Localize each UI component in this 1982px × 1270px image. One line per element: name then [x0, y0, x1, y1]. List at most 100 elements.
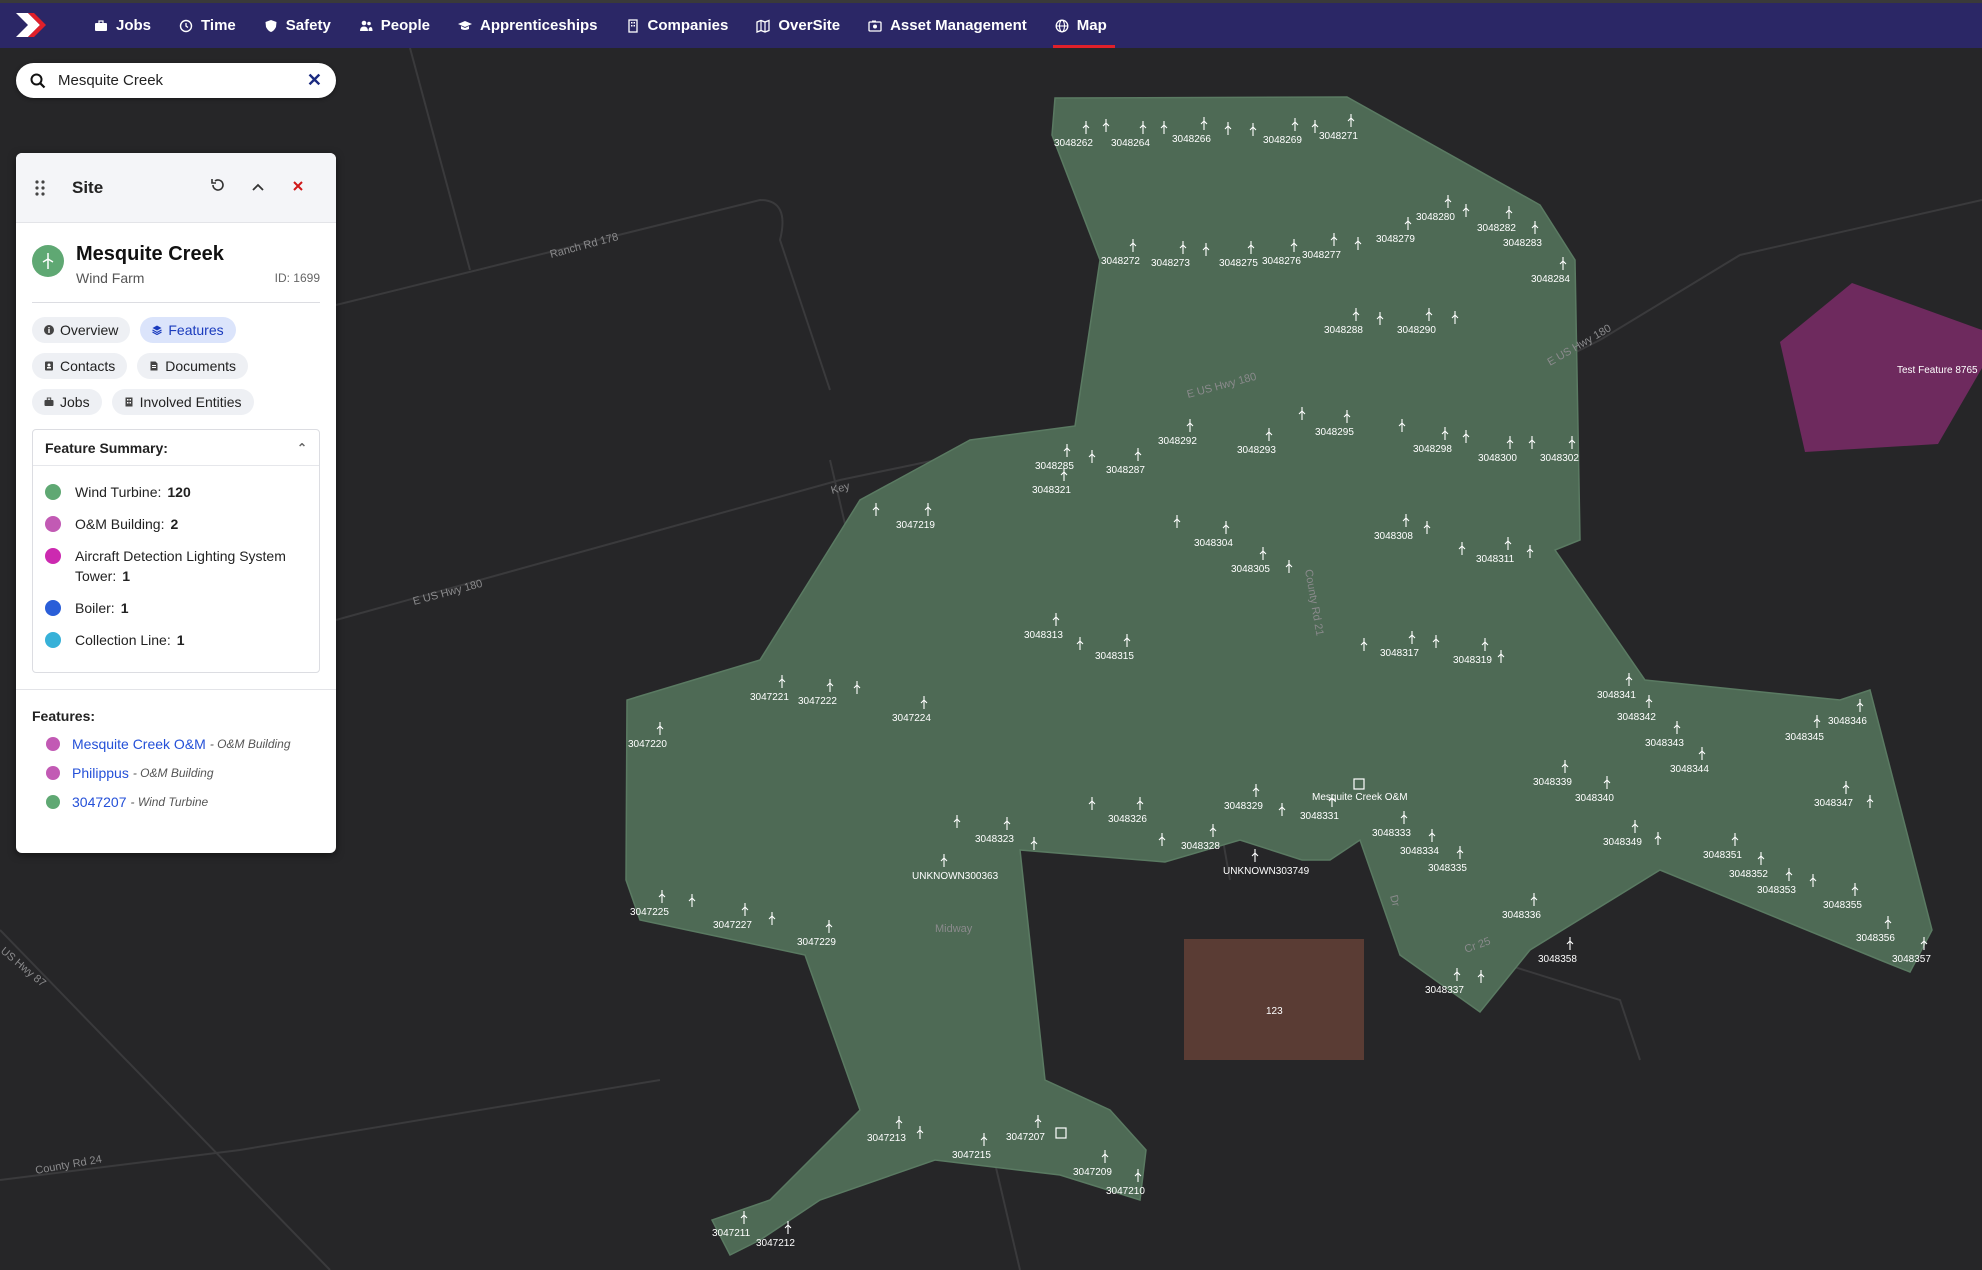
nav-time[interactable]: Time — [165, 3, 250, 48]
turbine-label[interactable]: 3048272 — [1101, 256, 1140, 267]
turbine-label[interactable]: 3048343 — [1645, 738, 1684, 749]
turbine-label[interactable]: 3048340 — [1575, 793, 1614, 804]
turbine-label[interactable]: 3047221 — [750, 692, 789, 703]
turbine-label[interactable]: 3047220 — [628, 739, 667, 750]
turbine-label[interactable]: 3047210 — [1106, 1186, 1145, 1197]
turbine-label[interactable]: 3047211 — [712, 1228, 751, 1239]
turbine-label[interactable]: 3048275 — [1219, 258, 1258, 269]
feature-link[interactable]: Philippus — [72, 765, 129, 781]
turbine-label[interactable]: 3047212 — [756, 1238, 795, 1249]
feature-summary-header[interactable]: Feature Summary: ⌃ — [33, 430, 319, 466]
turbine-label[interactable]: 3048277 — [1302, 250, 1341, 261]
turbine-label[interactable]: 3047215 — [952, 1150, 991, 1161]
turbine-label[interactable]: 3048313 — [1024, 630, 1063, 641]
turbine-label[interactable]: 3048304 — [1194, 538, 1233, 549]
feature-list-item[interactable]: 3047207- Wind Turbine — [16, 788, 336, 817]
turbine-label[interactable]: 3048280 — [1416, 212, 1455, 223]
turbine-label[interactable]: 3048358 — [1538, 954, 1577, 965]
turbine-label[interactable]: 3048273 — [1151, 258, 1190, 269]
turbine-label[interactable]: 3047224 — [892, 713, 931, 724]
tab-features[interactable]: Features — [140, 317, 236, 343]
turbine-label[interactable]: 3048285 — [1035, 461, 1074, 472]
feature-link[interactable]: 3047207 — [72, 794, 127, 810]
turbine-label[interactable]: 3048317 — [1380, 648, 1419, 659]
turbine-label[interactable]: 3048334 — [1400, 846, 1439, 857]
turbine-label[interactable]: 3048342 — [1617, 712, 1656, 723]
turbine-label[interactable]: 3048311 — [1476, 554, 1515, 565]
turbine-label[interactable]: 3048333 — [1372, 828, 1411, 839]
chevron-up-icon[interactable]: ⌃ — [297, 441, 307, 455]
feature-link[interactable]: Mesquite Creek O&M — [72, 736, 206, 752]
feature-list-item[interactable]: Philippus - O&M Building — [16, 759, 336, 788]
turbine-label[interactable]: 3048295 — [1315, 427, 1354, 438]
turbine-label[interactable]: UNKNOWN300363 — [912, 871, 999, 882]
turbine-label[interactable]: 3048305 — [1231, 564, 1270, 575]
turbine-label[interactable]: 3048328 — [1181, 841, 1220, 852]
turbine-label[interactable]: 3047213 — [867, 1133, 906, 1144]
turbine-label[interactable]: 3048282 — [1477, 223, 1516, 234]
turbine-label[interactable]: 3048345 — [1785, 732, 1824, 743]
turbine-label[interactable]: 3048264 — [1111, 138, 1150, 149]
turbine-label[interactable]: 3048329 — [1224, 801, 1263, 812]
nav-apprenticeships[interactable]: Apprenticeships — [444, 3, 612, 48]
turbine-label[interactable]: 3048326 — [1108, 814, 1147, 825]
turbine-label[interactable]: 3048290 — [1397, 325, 1436, 336]
search-input[interactable] — [58, 72, 307, 89]
nav-jobs[interactable]: Jobs — [80, 3, 165, 48]
turbine-label[interactable]: 3048276 — [1262, 256, 1301, 267]
turbine-label[interactable]: 3048331 — [1300, 811, 1339, 822]
reset-button[interactable] — [198, 177, 238, 198]
collapse-button[interactable] — [238, 179, 278, 197]
turbine-label[interactable]: 3048351 — [1703, 850, 1742, 861]
turbine-label[interactable]: 3048300 — [1478, 453, 1517, 464]
turbine-label[interactable]: 3048356 — [1856, 933, 1895, 944]
turbine-label[interactable]: 3048287 — [1106, 465, 1145, 476]
turbine-label[interactable]: 3048308 — [1374, 531, 1413, 542]
turbine-label[interactable]: 3048346 — [1828, 716, 1867, 727]
turbine-label[interactable]: 3047227 — [713, 920, 752, 931]
nav-people[interactable]: People — [345, 3, 444, 48]
turbine-label[interactable]: 3048262 — [1054, 138, 1093, 149]
turbine-label[interactable]: 3048279 — [1376, 234, 1415, 245]
clear-search-button[interactable]: ✕ — [307, 70, 322, 91]
tab-contacts[interactable]: Contacts — [32, 353, 128, 379]
turbine-label[interactable]: 3048271 — [1319, 131, 1358, 142]
turbine-label[interactable]: 3047207 — [1006, 1132, 1045, 1143]
turbine-label[interactable]: 3048323 — [975, 834, 1014, 845]
turbine-label[interactable]: 3048292 — [1158, 436, 1197, 447]
turbine-label[interactable]: 3047219 — [896, 520, 935, 531]
turbine-label[interactable]: 3047229 — [797, 937, 836, 948]
tab-overview[interactable]: Overview — [32, 317, 131, 343]
turbine-label[interactable]: 3048339 — [1533, 777, 1572, 788]
turbine-label[interactable]: 3048283 — [1503, 238, 1542, 249]
close-panel-button[interactable] — [278, 179, 318, 197]
tab-involved-entities[interactable]: Involved Entities — [111, 389, 254, 415]
turbine-label[interactable]: 3048337 — [1425, 985, 1464, 996]
turbine-label[interactable]: 3048298 — [1413, 444, 1452, 455]
turbine-label[interactable]: 3048293 — [1237, 445, 1276, 456]
turbine-label[interactable]: 3048266 — [1172, 134, 1211, 145]
tab-jobs[interactable]: Jobs — [32, 389, 102, 415]
nav-oversite[interactable]: OverSite — [742, 3, 854, 48]
turbine-label[interactable]: 3048321 — [1032, 485, 1071, 496]
feature-list-item[interactable]: Mesquite Creek O&M - O&M Building — [16, 730, 336, 759]
turbine-label[interactable]: 3048335 — [1428, 863, 1467, 874]
turbine-label[interactable]: 3048349 — [1603, 837, 1642, 848]
turbine-label[interactable]: 3047209 — [1073, 1167, 1112, 1178]
nav-companies[interactable]: Companies — [612, 3, 743, 48]
tab-documents[interactable]: Documents — [137, 353, 249, 379]
turbine-label[interactable]: 3048341 — [1597, 690, 1636, 701]
app-logo[interactable] — [14, 11, 50, 41]
drag-handle-icon[interactable] — [34, 179, 46, 197]
turbine-label[interactable]: 3048288 — [1324, 325, 1363, 336]
turbine-label[interactable]: 3048284 — [1531, 274, 1570, 285]
nav-asset-management[interactable]: Asset Management — [854, 3, 1041, 48]
turbine-label[interactable]: 3048357 — [1892, 954, 1931, 965]
turbine-label[interactable]: 3047225 — [630, 907, 669, 918]
turbine-label[interactable]: 3048355 — [1823, 900, 1862, 911]
turbine-label[interactable]: 3048344 — [1670, 764, 1709, 775]
turbine-label[interactable]: 3048353 — [1757, 885, 1796, 896]
nav-safety[interactable]: Safety — [250, 3, 345, 48]
om-building-label[interactable]: Mesquite Creek O&M — [1312, 792, 1408, 803]
turbine-label[interactable]: 3048269 — [1263, 135, 1302, 146]
